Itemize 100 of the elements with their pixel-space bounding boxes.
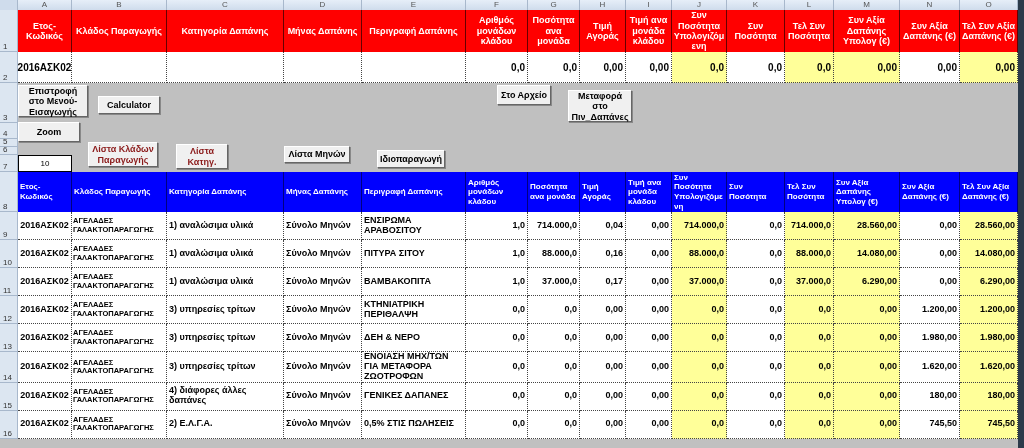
table-cell[interactable]: 0,04	[580, 212, 626, 240]
table-cell[interactable]: 0,0	[727, 268, 785, 296]
table-cell[interactable]: 0,00	[834, 382, 900, 411]
table-cell[interactable]: 0,0	[785, 382, 834, 411]
table-cell[interactable]: Σύνολο Μηνών	[284, 382, 362, 411]
table-cell[interactable]: 0,0	[528, 296, 580, 324]
table-cell[interactable]: ΒΑΜΒΑΚΟΠΙΤΑ	[362, 268, 466, 296]
table-cell[interactable]: 0,00	[580, 52, 626, 83]
table-cell[interactable]: 0,0	[672, 352, 727, 383]
table-cell[interactable]: 0,0	[727, 352, 785, 383]
table-cell[interactable]: 37.000,0	[672, 268, 727, 296]
table-cell[interactable]: 0,00	[900, 212, 960, 240]
table-cell[interactable]: 180,00	[900, 382, 960, 411]
table-cell[interactable]: 2) Ε.Λ.Γ.Α.	[167, 410, 284, 439]
table-cell[interactable]: 1.980,00	[900, 324, 960, 352]
table-cell[interactable]: 2016ΑΣΚ02	[18, 212, 72, 240]
table-cell[interactable]: 0,0	[466, 410, 528, 439]
table-cell[interactable]	[72, 52, 167, 83]
table-cell[interactable]: Σύνολο Μηνών	[284, 268, 362, 296]
table-cell[interactable]: 1) αναλώσιμα υλικά	[167, 268, 284, 296]
table-cell[interactable]: 0,00	[626, 382, 672, 411]
table-cell[interactable]: ΓΕΝΙΚΕΣ ΔΑΠΑΝΕΣ	[362, 382, 466, 411]
table-cell[interactable]: ΕΝΣΙΡΩΜΑ ΑΡΑΒΟΣΙΤΟΥ	[362, 212, 466, 240]
table-cell[interactable]: 0,00	[580, 410, 626, 439]
table-cell[interactable]: 745,50	[960, 410, 1018, 439]
table-cell[interactable]: 0,0	[528, 324, 580, 352]
table-cell[interactable]: 2016ΑΣΚ02	[18, 268, 72, 296]
table-cell[interactable]: 0,00	[834, 324, 900, 352]
table-cell[interactable]: 28.560,00	[834, 212, 900, 240]
table-cell[interactable]: 0,5% ΣΤΙΣ ΠΩΛΗΣΕΙΣ	[362, 410, 466, 439]
table-cell[interactable]: 3) υπηρεσίες τρίτων	[167, 352, 284, 383]
table-cell[interactable]: Σύνολο Μηνών	[284, 410, 362, 439]
table-cell[interactable]: 0,0	[727, 52, 785, 83]
table-cell[interactable]: 0,0	[528, 52, 580, 83]
table-cell[interactable]: 2016ΑΣΚ02	[18, 324, 72, 352]
table-cell[interactable]: 0,0	[528, 382, 580, 411]
input-field[interactable]: 10	[18, 155, 72, 172]
table-cell[interactable]: 0,0	[466, 324, 528, 352]
table-cell[interactable]: 1,0	[466, 268, 528, 296]
table-cell[interactable]: 0,00	[626, 240, 672, 268]
table-cell[interactable]: 0,0	[785, 410, 834, 439]
table-cell[interactable]: 0,0	[727, 296, 785, 324]
table-cell[interactable]: 0,0	[672, 382, 727, 411]
table-cell[interactable]: 0,0	[466, 296, 528, 324]
table-cell[interactable]: 14.080,00	[834, 240, 900, 268]
sheet-button[interactable]: Ιδιοπαραγωγή	[377, 150, 445, 168]
table-cell[interactable]: ΔΕΗ & ΝΕΡΟ	[362, 324, 466, 352]
sheet-button[interactable]: Μεταφορά στο Πιν_Δαπάνες	[568, 90, 632, 122]
table-cell[interactable]: 180,00	[960, 382, 1018, 411]
table-cell[interactable]: 37.000,0	[528, 268, 580, 296]
table-cell[interactable]: 0,0	[727, 212, 785, 240]
table-cell[interactable]: 14.080,00	[960, 240, 1018, 268]
table-cell[interactable]: 1.620,00	[960, 352, 1018, 383]
table-cell[interactable]: 0,00	[626, 296, 672, 324]
table-cell[interactable]: 0,0	[785, 352, 834, 383]
table-cell[interactable]: 1,0	[466, 240, 528, 268]
table-cell[interactable]: ΠΙΤΥΡΑ ΣΙΤΟΥ	[362, 240, 466, 268]
table-cell[interactable]: 0,00	[834, 52, 900, 83]
table-cell[interactable]: 88.000,0	[672, 240, 727, 268]
table-cell[interactable]: 0,00	[626, 324, 672, 352]
table-cell[interactable]: 0,16	[580, 240, 626, 268]
table-cell[interactable]: Σύνολο Μηνών	[284, 352, 362, 383]
table-cell[interactable]: 0,0	[528, 352, 580, 383]
table-cell[interactable]: 6.290,00	[834, 268, 900, 296]
table-cell[interactable]: 2016ΑΣΚ02	[18, 410, 72, 439]
table-cell[interactable]: 0,00	[580, 352, 626, 383]
table-cell[interactable]: 6.290,00	[960, 268, 1018, 296]
table-cell[interactable]: 0,0	[727, 324, 785, 352]
table-cell[interactable]: 0,00	[900, 268, 960, 296]
table-cell[interactable]: 2016ΑΣΚ02	[18, 52, 72, 83]
table-cell[interactable]: 2016ΑΣΚ02	[18, 352, 72, 383]
sheet-button[interactable]: Στο Αρχείο	[497, 85, 551, 105]
table-cell[interactable]: 0,0	[528, 410, 580, 439]
table-cell[interactable]: 0,00	[580, 382, 626, 411]
table-cell[interactable]: 37.000,0	[785, 268, 834, 296]
sheet-button[interactable]: Λίστα Κατηγ.	[176, 144, 228, 169]
table-cell[interactable]: 3) υπηρεσίες τρίτων	[167, 296, 284, 324]
table-cell[interactable]: 0,0	[466, 382, 528, 411]
table-cell[interactable]: 0,00	[626, 212, 672, 240]
table-cell[interactable]: 2016ΑΣΚ02	[18, 240, 72, 268]
table-cell[interactable]: 0,0	[466, 52, 528, 83]
table-cell[interactable]: 745,50	[900, 410, 960, 439]
table-cell[interactable]: 714.000,0	[672, 212, 727, 240]
table-cell[interactable]: 0,0	[466, 352, 528, 383]
table-cell[interactable]: 0,00	[834, 410, 900, 439]
sheet-button[interactable]: Λίστα Κλάδων Παραγωγής	[88, 142, 158, 167]
table-cell[interactable]: 0,00	[626, 352, 672, 383]
table-cell[interactable]: ΕΝΟΙΑΣΗ ΜΗΧ/ΤΩΝ ΓΙΑ ΜΕΤΑΦΟΡΑ ΖΩΟΤΡΟΦΩΝ	[362, 352, 466, 383]
table-cell[interactable]: 0,00	[626, 52, 672, 83]
table-cell[interactable]: 2016ΑΣΚ02	[18, 382, 72, 411]
table-cell[interactable]: 88.000,0	[785, 240, 834, 268]
table-cell[interactable]: ΚΤΗΝΙΑΤΡΙΚΗ ΠΕΡΙΘΑΛΨΗ	[362, 296, 466, 324]
table-cell[interactable]: 714.000,0	[528, 212, 580, 240]
table-cell[interactable]: 0,00	[834, 352, 900, 383]
table-cell[interactable]: 2016ΑΣΚ02	[18, 296, 72, 324]
table-cell[interactable]: 0,0	[785, 52, 834, 83]
table-cell[interactable]: 4) διάφορες άλλες δαπάνες	[167, 382, 284, 411]
table-cell[interactable]: 0,00	[834, 296, 900, 324]
table-cell[interactable]: 28.560,00	[960, 212, 1018, 240]
table-cell[interactable]: 88.000,0	[528, 240, 580, 268]
